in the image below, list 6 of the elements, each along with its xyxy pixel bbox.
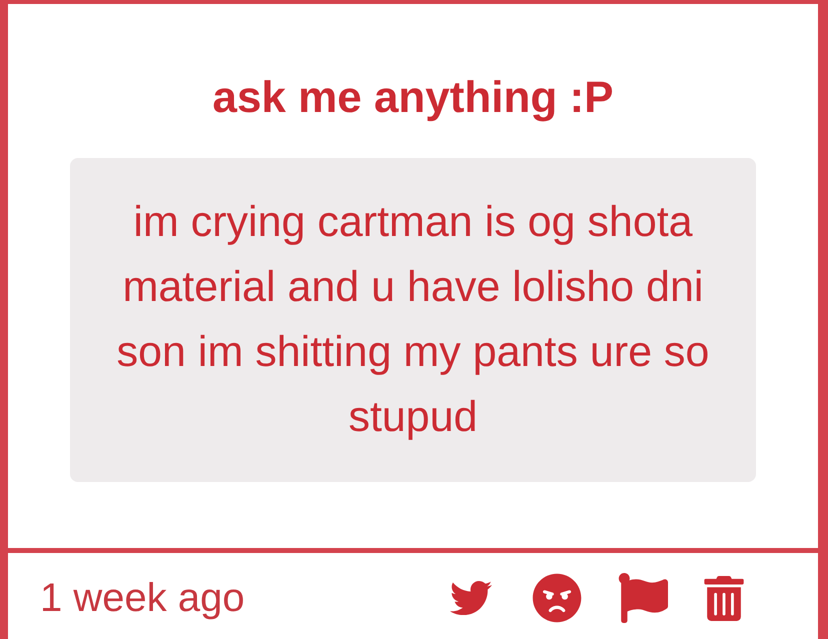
angry-face-icon[interactable] — [532, 573, 582, 623]
flag-icon[interactable] — [618, 573, 668, 623]
card-title: ask me anything :P — [212, 76, 614, 120]
time-text: 1 week ago — [40, 578, 245, 618]
trash-icon[interactable] — [704, 576, 744, 620]
question-text: im crying cartman is og shota material and u have lolisho dni son im shitting my pants ure so stupud — [116, 197, 710, 443]
